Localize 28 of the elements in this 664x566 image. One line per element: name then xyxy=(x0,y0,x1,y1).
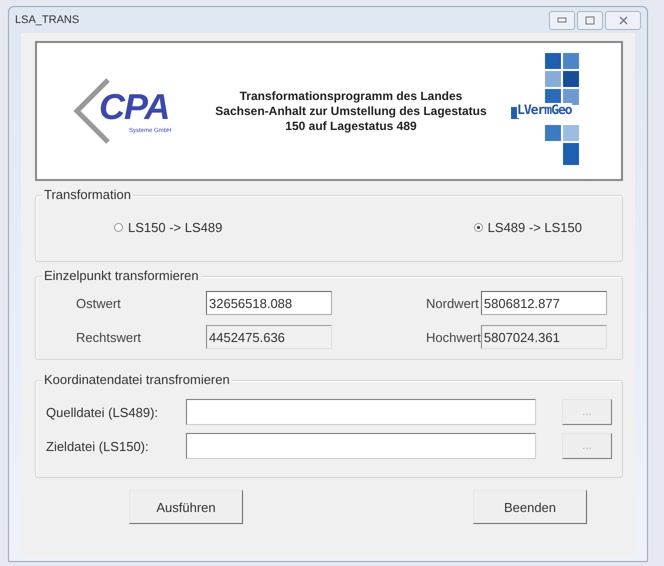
field-label: Quelldatei (LS489): xyxy=(46,404,160,420)
field-label: Ostwert xyxy=(76,296,122,310)
close-icon xyxy=(618,16,628,24)
group-title: Einzelpunkt transformieren xyxy=(42,268,201,283)
minimize-button[interactable] xyxy=(549,10,575,30)
action-button[interactable]: Beenden xyxy=(473,490,587,524)
agency-logo: LVermGeo xyxy=(511,53,601,169)
group-title: Transformation xyxy=(42,187,133,202)
maximize-button[interactable] xyxy=(577,10,603,30)
program-heading: Transformationsprogramm des Landes Sachsen-Anhalt zur Umstellung des Lagestatus 150 auf Lagestatus 489 xyxy=(214,88,488,134)
minimize-icon xyxy=(557,17,567,23)
group-title: Koordinatendatei transfromieren xyxy=(42,372,232,387)
window-title: LSA_TRANS xyxy=(15,14,80,26)
field-label: Zieldatei (LS150): xyxy=(46,438,150,454)
action-button[interactable]: Ausführen xyxy=(129,490,243,524)
file-path-field[interactable] xyxy=(186,399,536,425)
close-button[interactable] xyxy=(605,10,641,30)
maximize-icon xyxy=(585,16,595,24)
coordinate-field[interactable]: 5806812.877 xyxy=(480,291,607,315)
field-label: Rechtswert xyxy=(76,330,142,344)
field-label: Hochwert xyxy=(425,330,481,344)
field-label: Nordwert xyxy=(425,296,480,310)
file-path-field[interactable] xyxy=(186,433,536,459)
radio-option[interactable]: LS489 -> LS150 xyxy=(474,210,582,251)
coordinate-field[interactable]: 4452475.636 xyxy=(206,325,332,349)
coordinate-field[interactable]: 5807024.361 xyxy=(480,325,607,349)
coordinate-field[interactable]: 32656518.088 xyxy=(206,291,332,315)
radio-option[interactable]: LS150 -> LS489 xyxy=(114,210,222,251)
